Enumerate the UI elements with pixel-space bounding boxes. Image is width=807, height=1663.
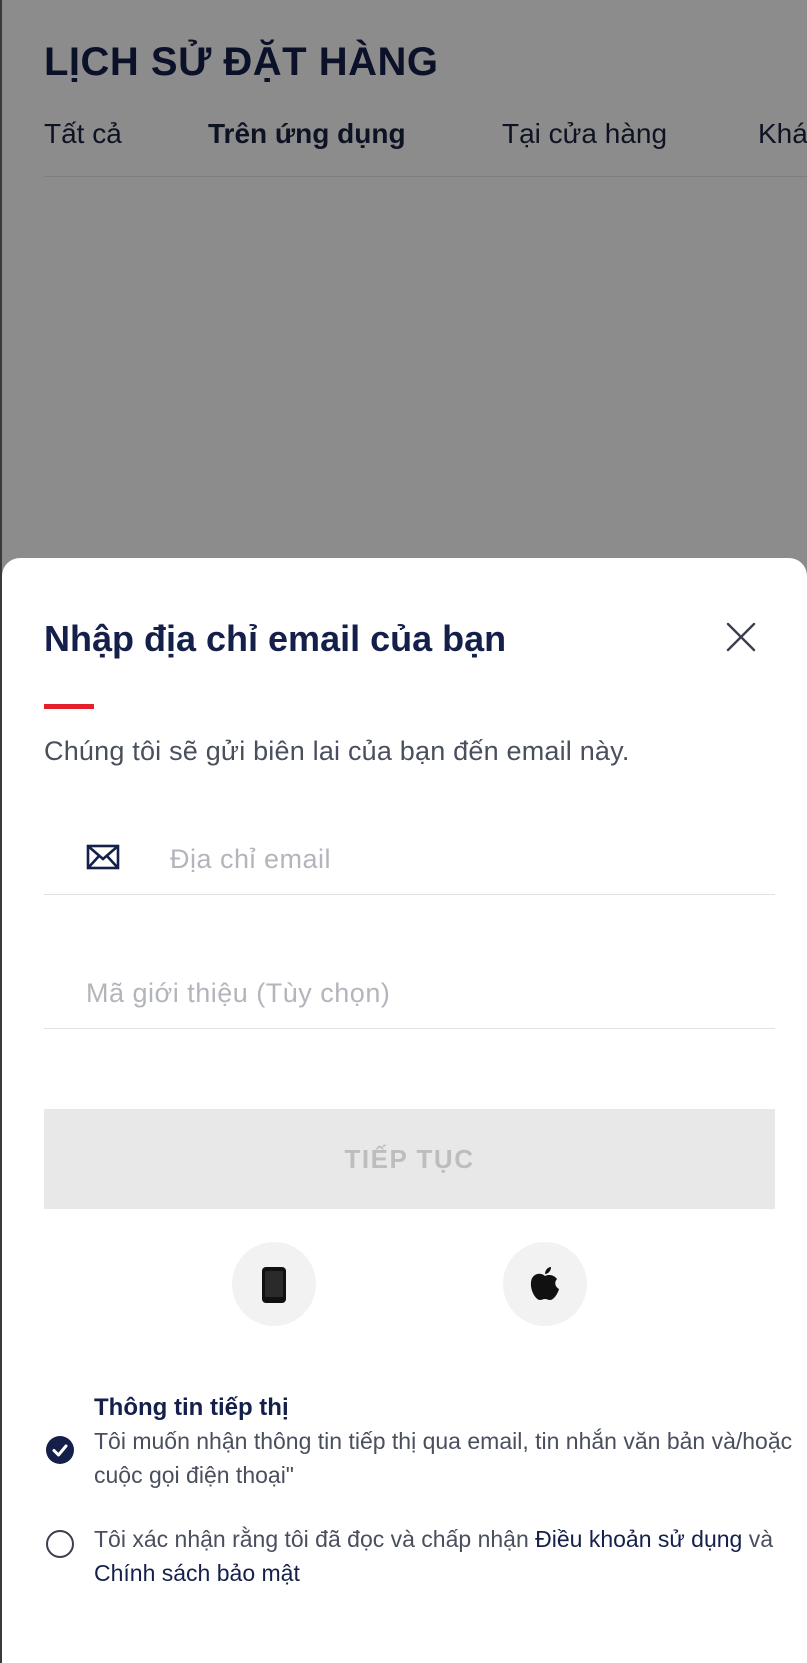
terms-of-use-link[interactable]: Điều khoản sử dụng <box>535 1526 742 1552</box>
email-field-row <box>44 824 775 895</box>
marketing-consent-text: Tôi muốn nhận thông tin tiếp thị qua ema… <box>94 1428 793 1488</box>
terms-text-middle: và <box>742 1526 774 1552</box>
terms-text-before: Tôi xác nhận rằng tôi đã đọc và chấp nhậ… <box>94 1526 536 1552</box>
phone-login-button[interactable] <box>232 1242 316 1326</box>
email-input[interactable] <box>170 834 760 884</box>
continue-button[interactable]: TIẾP TỤC <box>44 1109 775 1209</box>
marketing-consent-title: Thông tin tiếp thị <box>94 1394 289 1421</box>
referral-code-input[interactable] <box>86 968 766 1018</box>
email-bottom-sheet: Nhập địa chỉ email của bạn Chúng tôi sẽ … <box>2 558 807 1663</box>
apple-icon <box>530 1267 559 1300</box>
marketing-consent-checkbox[interactable] <box>46 1436 74 1464</box>
terms-consent-checkbox[interactable] <box>46 1530 74 1558</box>
apple-login-button[interactable] <box>503 1242 587 1326</box>
phone-icon <box>262 1267 286 1303</box>
close-icon <box>726 622 756 652</box>
sheet-title: Nhập địa chỉ email của bạn <box>44 618 507 659</box>
envelope-icon <box>86 844 120 870</box>
title-accent-bar <box>44 704 94 709</box>
checkmark-icon <box>52 1444 68 1457</box>
terms-consent-text: Tôi xác nhận rằng tôi đã đọc và chấp nhậ… <box>94 1522 794 1590</box>
close-button[interactable] <box>724 620 758 654</box>
privacy-policy-link[interactable]: Chính sách bảo mật <box>94 1560 300 1586</box>
referral-field-row <box>44 958 775 1029</box>
sheet-subtitle: Chúng tôi sẽ gửi biên lai của bạn đến em… <box>44 736 630 766</box>
